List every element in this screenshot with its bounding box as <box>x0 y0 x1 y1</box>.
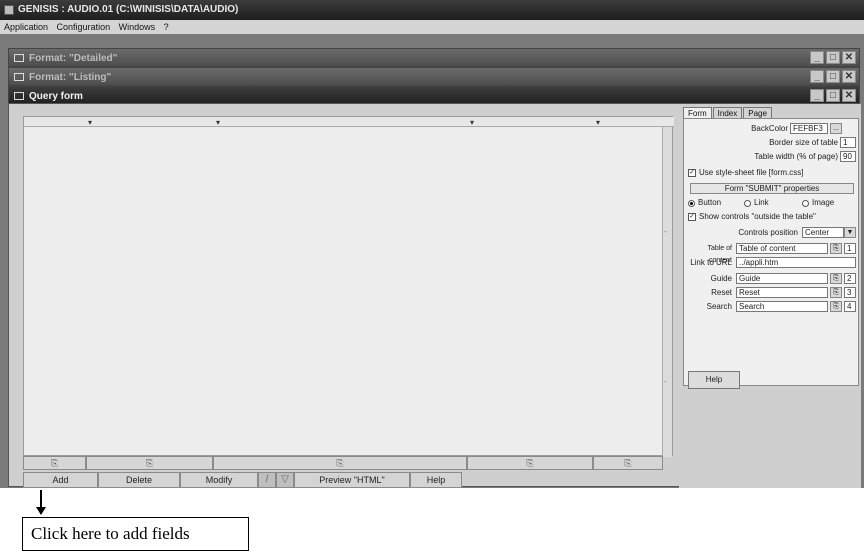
window-format-detailed[interactable]: Format: "Detailed" _ □ ✕ <box>8 48 860 67</box>
search-button[interactable]: ⎘ <box>830 301 842 312</box>
form-tab-panel: BackColor FEFBF3 ... Border size of tabl… <box>683 118 859 389</box>
guide-order-field[interactable]: 2 <box>844 273 856 284</box>
color-picker-button[interactable]: ... <box>830 123 842 134</box>
search-field[interactable]: Search <box>736 301 828 312</box>
window-icon <box>14 73 24 81</box>
help-button[interactable]: Help <box>410 472 462 488</box>
column-marker[interactable]: ▾ <box>596 118 600 127</box>
window-icon <box>14 54 24 62</box>
submit-properties-section: Form "SUBMIT" properties <box>690 183 854 194</box>
maximize-button[interactable]: □ <box>826 51 840 64</box>
image-radio[interactable] <box>802 200 809 207</box>
window-title: Format: "Detailed" <box>29 53 118 64</box>
callout-box: Click here to add fields <box>22 517 249 551</box>
minimize-button[interactable]: _ <box>810 70 824 83</box>
arrow-down-icon <box>36 507 46 515</box>
window-title: Query form <box>29 91 83 102</box>
maximize-button[interactable]: □ <box>826 89 840 102</box>
bottom-toolbar: Add Delete Modify / ▽ Preview "HTML" Hel… <box>23 472 462 488</box>
window-title: Format: "Listing" <box>29 72 112 83</box>
link-radio-label: Link <box>754 198 769 207</box>
column-ruler: ▾ ▾ ▾ ▾ <box>24 117 674 127</box>
column-buttons: ⎘ ⎘ ⎘ ⎘ ⎘ <box>23 456 673 470</box>
button-radio-label: Button <box>698 198 722 207</box>
controls-position-label: Controls position <box>738 228 798 237</box>
scroll-marker: - <box>664 227 667 236</box>
window-icon <box>14 92 24 100</box>
menu-application[interactable]: Application <box>4 22 48 32</box>
app-screen: GENISIS : AUDIO.01 (C:\WINISIS\DATA\AUDI… <box>0 0 864 488</box>
guide-label: Guide <box>710 274 732 283</box>
column-properties-button[interactable]: ⎘ <box>467 456 593 470</box>
preview-html-button[interactable]: Preview "HTML" <box>294 472 410 488</box>
border-size-field[interactable]: 1 <box>840 137 856 148</box>
backcolor-label: BackColor <box>751 124 788 133</box>
guide-field[interactable]: Guide <box>736 273 828 284</box>
toc-button[interactable]: ⎘ <box>830 243 842 254</box>
app-icon <box>4 5 14 15</box>
scroll-marker: - <box>664 377 667 386</box>
toc-order-field[interactable]: 1 <box>844 243 856 254</box>
properties-help-button[interactable]: Help <box>688 371 740 389</box>
toc-field[interactable]: Table of content <box>736 243 828 254</box>
window-format-listing[interactable]: Format: "Listing" _ □ ✕ <box>8 67 860 86</box>
controls-position-select[interactable]: Center <box>802 227 844 238</box>
show-controls-checkbox[interactable]: ✓ <box>688 213 696 221</box>
reset-field[interactable]: Reset <box>736 287 828 298</box>
menu-windows[interactable]: Windows <box>119 22 156 32</box>
chevron-down-icon[interactable]: ▼ <box>844 227 856 238</box>
backcolor-field[interactable]: FEFBF3 <box>790 123 828 134</box>
maximize-button[interactable]: □ <box>826 70 840 83</box>
query-form-body: ▾ ▾ ▾ ▾ - - ⎘ ⎘ ⎘ ⎘ ⎘ Add Delete Modify … <box>8 103 861 488</box>
minimize-button[interactable]: _ <box>810 89 824 102</box>
column-marker[interactable]: ▾ <box>88 118 92 127</box>
add-button[interactable]: Add <box>23 472 98 488</box>
search-label: Search <box>706 302 732 311</box>
properties-panel: Form Index Page BackColor FEFBF3 ... Bor… <box>679 104 861 488</box>
close-button[interactable]: ✕ <box>842 51 856 64</box>
filter-icon[interactable]: ▽ <box>276 472 294 488</box>
url-label: Link to URL <box>690 258 732 267</box>
close-button[interactable]: ✕ <box>842 89 856 102</box>
app-title: GENISIS : AUDIO.01 (C:\WINISIS\DATA\AUDI… <box>18 4 239 15</box>
vertical-scrollbar[interactable]: - - <box>662 127 672 457</box>
app-title-bar: GENISIS : AUDIO.01 (C:\WINISIS\DATA\AUDI… <box>0 0 864 20</box>
column-properties-button[interactable]: ⎘ <box>593 456 663 470</box>
reset-label: Reset <box>711 288 732 297</box>
edit-icon[interactable]: / <box>258 472 276 488</box>
search-order-field[interactable]: 4 <box>844 301 856 312</box>
delete-button[interactable]: Delete <box>98 472 180 488</box>
column-marker[interactable]: ▾ <box>470 118 474 127</box>
border-size-label: Border size of table <box>769 138 838 147</box>
reset-order-field[interactable]: 3 <box>844 287 856 298</box>
url-field[interactable]: ../appli.htm <box>736 257 856 268</box>
column-marker[interactable]: ▾ <box>216 118 220 127</box>
modify-button[interactable]: Modify <box>180 472 258 488</box>
form-design-area[interactable]: ▾ ▾ ▾ ▾ - - <box>23 116 674 457</box>
use-css-label: Use style-sheet file [form.css] <box>699 168 804 177</box>
reset-button[interactable]: ⎘ <box>830 287 842 298</box>
table-width-field[interactable]: 90 <box>840 151 856 162</box>
menu-help[interactable]: ? <box>164 22 169 32</box>
column-properties-button[interactable]: ⎘ <box>23 456 86 470</box>
table-width-label: Table width (% of page) <box>754 152 838 161</box>
menu-bar: Application Configuration Windows ? <box>0 20 864 34</box>
button-radio[interactable] <box>688 200 695 207</box>
column-properties-button[interactable]: ⎘ <box>213 456 467 470</box>
show-controls-label: Show controls "outside the table" <box>699 212 816 221</box>
guide-button[interactable]: ⎘ <box>830 273 842 284</box>
image-radio-label: Image <box>812 198 835 207</box>
link-radio[interactable] <box>744 200 751 207</box>
use-css-checkbox[interactable]: ✓ <box>688 169 696 177</box>
minimize-button[interactable]: _ <box>810 51 824 64</box>
column-properties-button[interactable]: ⎘ <box>86 456 213 470</box>
close-button[interactable]: ✕ <box>842 70 856 83</box>
menu-configuration[interactable]: Configuration <box>57 22 111 32</box>
